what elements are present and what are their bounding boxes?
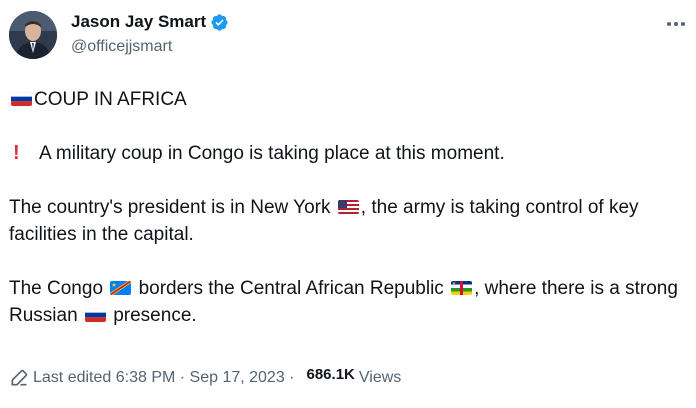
car-flag-icon — [451, 281, 473, 295]
tweet-line-4: The Congo borders the Central African Re… — [9, 278, 678, 326]
tweet-line-2: ! A military coup in Congo is taking plac… — [9, 140, 689, 167]
author-name-row: Jason Jay Smart — [71, 12, 229, 32]
views-label: Views — [358, 369, 402, 386]
tweet-body: COUP IN AFRICA ! A military coup in Congo… — [9, 86, 689, 329]
usa-flag-icon — [337, 200, 359, 214]
author-handle[interactable]: @officejjsmart — [71, 38, 172, 56]
edited-timestamp[interactable]: Last edited 6:38 PM · Sep 17, 2023 · — [33, 369, 295, 387]
exclamation-icon: ! — [13, 142, 20, 164]
russia-flag-icon-2 — [84, 308, 106, 322]
author-name[interactable]: Jason Jay Smart — [71, 12, 206, 32]
tweet-line-3: The country's president is in New York ,… — [9, 197, 639, 245]
avatar[interactable] — [9, 11, 57, 59]
pencil-icon[interactable] — [9, 368, 29, 388]
tweet-line-1: COUP IN AFRICA — [9, 86, 689, 113]
russia-flag-icon — [11, 92, 32, 106]
verified-badge-icon — [210, 13, 229, 32]
drc-flag-icon — [110, 281, 132, 295]
more-options-icon[interactable] — [664, 14, 688, 34]
views-count: 686.1K — [306, 365, 355, 383]
tweet-meta: Last edited 6:38 PM · Sep 17, 2023 · 686… — [9, 365, 402, 388]
